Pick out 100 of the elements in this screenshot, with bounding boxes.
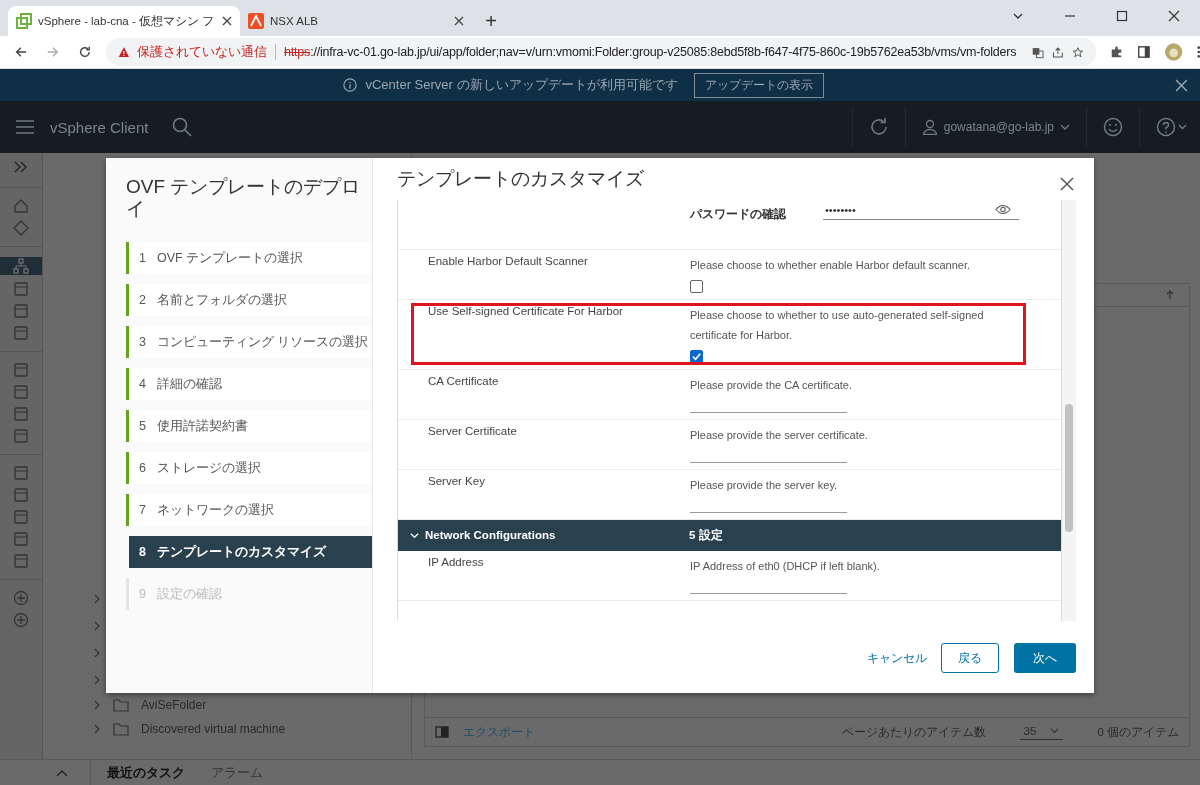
wizard-step[interactable]: 7 ネットワークの選択: [126, 494, 372, 526]
help-icon[interactable]: [1156, 117, 1188, 137]
star-icon[interactable]: [1071, 44, 1084, 60]
new-tab-button[interactable]: +: [476, 6, 506, 36]
panel-icon[interactable]: [13, 487, 29, 503]
chevron-right-icon[interactable]: [93, 593, 101, 604]
dialog-title: OVF テンプレートのデプロイ: [126, 176, 362, 220]
property-name: Server Certificate: [428, 424, 518, 439]
double-chevron-icon[interactable]: [14, 161, 28, 173]
folder-icon: [113, 698, 129, 712]
cancel-link[interactable]: キャンセル: [867, 649, 927, 667]
panel-icon[interactable]: [13, 428, 29, 444]
property-description: IP Address of eth0 (DHCP if left blank).: [690, 558, 881, 574]
user-menu[interactable]: gowatana@go-lab.jp: [921, 119, 1070, 135]
wizard-step[interactable]: 1 OVF テンプレートの選択: [126, 242, 372, 274]
person-icon: [921, 119, 938, 135]
next-button[interactable]: 次へ: [1014, 643, 1076, 673]
close-icon[interactable]: [454, 16, 464, 26]
plus-circle-icon[interactable]: [13, 612, 29, 628]
reload-icon[interactable]: [77, 44, 92, 60]
peak-icon: [248, 13, 264, 29]
close-icon[interactable]: [1060, 176, 1074, 191]
group-header[interactable]: Network Configurations 5 設定: [398, 519, 1061, 551]
panel-icon[interactable]: [13, 325, 29, 341]
panel-icon[interactable]: [13, 465, 29, 481]
panel-icon[interactable]: [13, 303, 29, 319]
wizard-step[interactable]: 4 詳細の確認: [126, 368, 372, 400]
close-icon[interactable]: [1168, 10, 1180, 22]
address-bar[interactable]: 保護されていない通信 https://infra-vc-01.go-lab.jp/ui/app/folder;nav=v/urn:vmomi:Folder:group-v25085:8ebd5f8b-f647-4f75-860c-19b5762ea53b/vms/vm-folders: [105, 38, 1096, 66]
chevron-right-icon[interactable]: [93, 724, 101, 734]
avatar-icon[interactable]: [1165, 42, 1183, 62]
maximize-icon[interactable]: [1116, 10, 1128, 22]
plus-circle-icon[interactable]: [13, 590, 29, 606]
property-name: CA Certificate: [428, 374, 500, 389]
chevron-down-icon: [1050, 726, 1060, 735]
sort-arrow-icon[interactable]: [1165, 290, 1175, 300]
wizard-step[interactable]: 8 テンプレートのカスタマイズ: [126, 536, 372, 568]
side-panel-icon[interactable]: [1137, 44, 1152, 60]
chevron-right-icon[interactable]: [93, 647, 101, 658]
property-name: Enable Harbor Default Scanner: [428, 254, 589, 269]
puzzle-icon[interactable]: [1109, 44, 1124, 60]
password-field[interactable]: ••••••••: [823, 203, 1019, 220]
property-description: Please provide the CA certificate.: [690, 377, 854, 393]
panel-icon[interactable]: [13, 384, 29, 400]
scrollbar[interactable]: [1062, 199, 1076, 621]
panel-icon[interactable]: [13, 362, 29, 378]
back-button[interactable]: 戻る: [941, 643, 999, 673]
setting-count: 5 設定: [689, 527, 723, 543]
app-name: vSphere Client: [50, 118, 149, 136]
wizard-step[interactable]: 5 使用許諾契約書: [126, 410, 372, 442]
search-icon[interactable]: [172, 117, 193, 137]
chevron-right-icon[interactable]: [93, 700, 101, 710]
wizard-step[interactable]: 2 名前とフォルダの選択: [126, 284, 372, 316]
checkbox[interactable]: [690, 349, 703, 363]
url-text: https://infra-vc-01.go-lab.jp/ui/app/folder;nav=v/urn:vmomi:Folder:group-v25085:8ebd5f8b-f647-4f75-860c-19b5762ea53b/vms/vm-folders: [284, 45, 1017, 59]
menu-icon[interactable]: [16, 120, 34, 134]
checkbox[interactable]: [690, 279, 703, 293]
chevron-right-icon[interactable]: [93, 674, 101, 685]
group-name: Network Configurations: [425, 529, 557, 542]
close-icon[interactable]: [1175, 78, 1188, 92]
wizard-step[interactable]: 6 ストレージの選択: [126, 452, 372, 484]
chevron-up-icon[interactable]: [56, 768, 68, 777]
security-label: 保護されていない通信: [137, 43, 268, 61]
chevron-right-icon[interactable]: [93, 620, 101, 631]
wizard-step[interactable]: 3 コンピューティング リソースの選択: [126, 326, 372, 358]
view-updates-button[interactable]: アップデートの表示: [693, 72, 824, 98]
banner-message: vCenter Server の新しいアップデートが利用可能です: [365, 76, 678, 94]
forward-arrow-icon[interactable]: [45, 44, 60, 60]
refresh-icon[interactable]: [868, 117, 889, 137]
columns-icon[interactable]: [435, 726, 449, 738]
home-icon[interactable]: [13, 198, 29, 214]
squares-icon: [16, 13, 32, 29]
property-description: Please provide the server key.: [690, 477, 839, 493]
property-description: Please choose to whether to use auto-generated self-signed certificate for Harbor.: [690, 307, 985, 343]
smiley-icon[interactable]: [1103, 117, 1123, 137]
chevron-down-icon: [1060, 122, 1070, 132]
field-label: パスワードの確認: [690, 205, 787, 223]
close-icon[interactable]: [222, 16, 232, 26]
panel-icon[interactable]: [13, 281, 29, 297]
chevron-icon[interactable]: [410, 530, 419, 540]
property-description: Please provide the server certificate.: [690, 427, 869, 443]
property-name: IP Address: [428, 555, 485, 570]
panel-icon[interactable]: [13, 406, 29, 422]
browser-tab[interactable]: NSX ALB: [240, 6, 472, 36]
eye-icon[interactable]: [995, 204, 1011, 216]
property-description: Please choose to whether enable Harbor default scanner.: [690, 257, 972, 273]
folder-icon: [113, 722, 129, 736]
back-arrow-icon[interactable]: [14, 44, 28, 60]
panel-icon[interactable]: [13, 509, 29, 525]
panel-icon[interactable]: [13, 553, 29, 569]
more-icon[interactable]: [1196, 44, 1200, 60]
property-name: Server Key: [428, 474, 486, 489]
browser-tab[interactable]: vSphere - lab-cna - 仮想マシン フ: [8, 6, 240, 36]
diamond-icon[interactable]: [13, 220, 29, 236]
hierarchy-icon: [13, 258, 29, 274]
property-name: Use Self-signed Certificate For Harbor: [428, 304, 624, 319]
panel-icon[interactable]: [13, 531, 29, 547]
rail-item[interactable]: [0, 257, 42, 275]
section-title: テンプレートのカスタマイズ: [397, 166, 644, 191]
info-icon: [343, 78, 358, 92]
